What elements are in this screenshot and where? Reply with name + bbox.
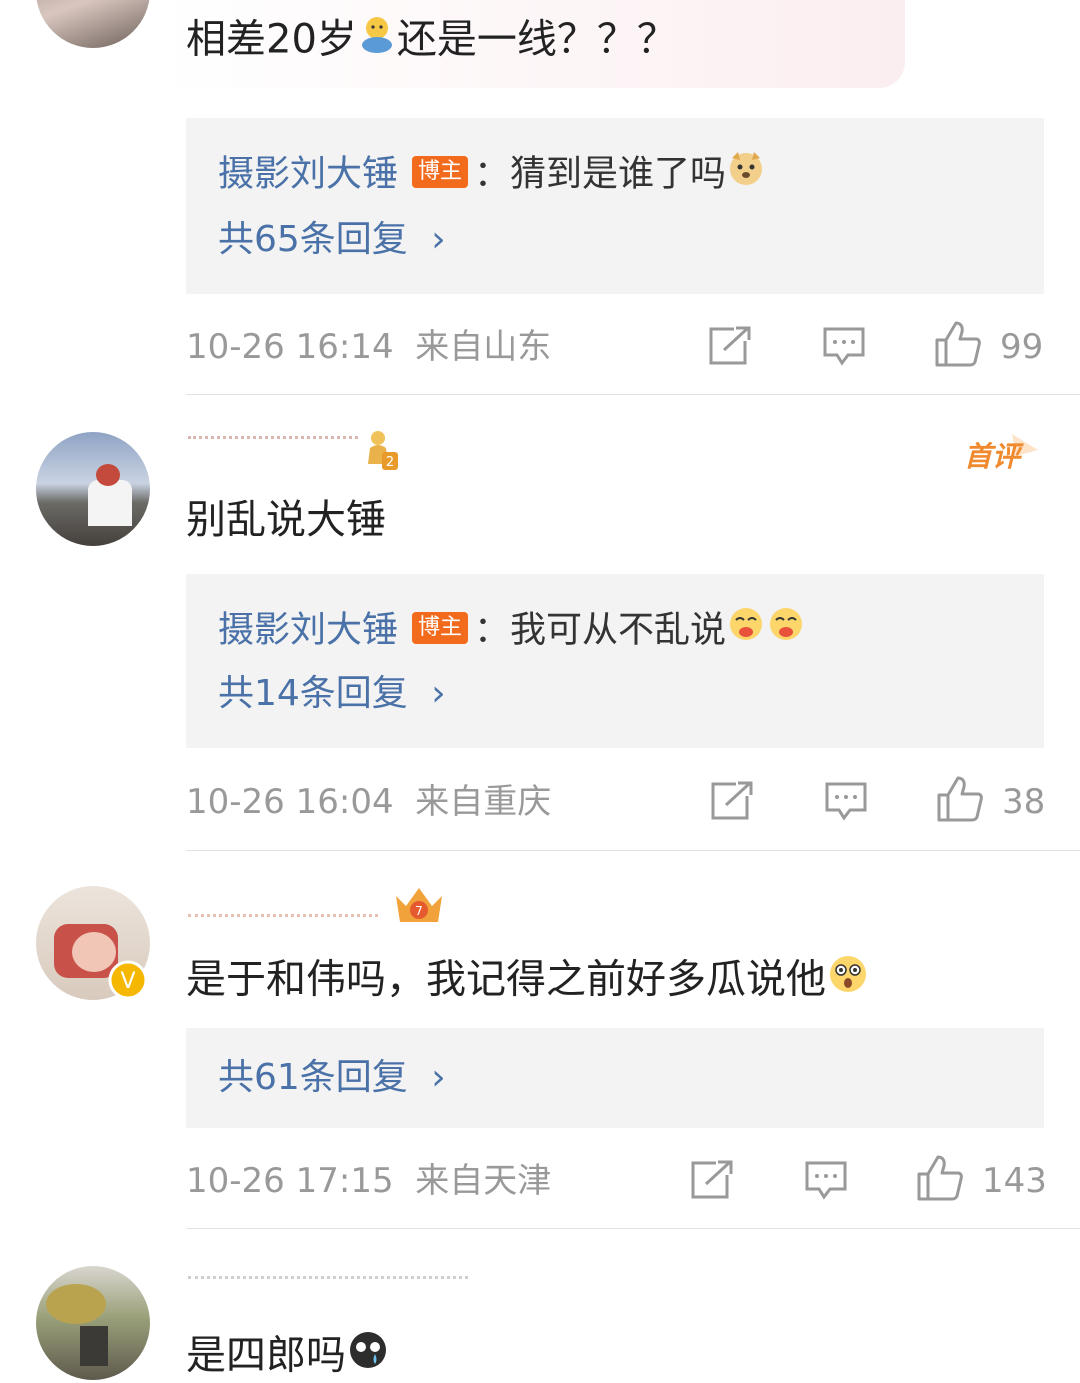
yummy-emoji-icon — [726, 604, 766, 651]
verified-badge-icon: V — [108, 960, 148, 1004]
reply-line: 摄影刘大锤 博主 ：猜到是谁了吗 — [218, 152, 766, 199]
like-icon[interactable] — [934, 320, 982, 372]
blogger-badge: 博主 — [412, 155, 469, 188]
username-placeholder[interactable] — [188, 1276, 468, 1285]
reply-text: ：我可从不乱说 — [474, 609, 727, 651]
fan-level-icon: 2 — [364, 428, 400, 476]
reply-username[interactable]: 摄影刘大锤 — [218, 154, 398, 195]
reply-username[interactable]: 摄影刘大锤 — [218, 610, 398, 651]
comment-meta: 10-26 16:14 来自山东 — [186, 330, 551, 364]
svg-text:V: V — [120, 969, 135, 994]
username-placeholder[interactable] — [188, 914, 378, 923]
divider — [186, 1228, 1080, 1229]
like-icon[interactable] — [936, 775, 984, 827]
comment-icon[interactable] — [804, 1160, 848, 1204]
comment-text: 相差20岁 还是一线？？？ — [186, 17, 677, 65]
emoji-icon — [357, 14, 397, 61]
view-replies-link[interactable]: 共65条回复 › — [218, 222, 446, 258]
crown-icon: 7 — [390, 884, 448, 932]
yummy-emoji-icon — [766, 604, 806, 651]
share-icon[interactable] — [710, 781, 754, 825]
like-count: 38 — [1002, 782, 1046, 822]
like-count: 99 — [1000, 327, 1044, 367]
like-count: 143 — [982, 1161, 1047, 1201]
comment-text: 是四郎吗 — [186, 1332, 390, 1383]
comment-meta: 10-26 16:04 来自重庆 — [186, 785, 551, 819]
chevron-right-icon: › — [431, 219, 446, 260]
comment-text: 是于和伟吗，我记得之前好多瓜说他 — [186, 956, 870, 1007]
reply-text: ：猜到是谁了吗 — [474, 153, 727, 195]
surprised-emoji-icon — [826, 952, 870, 1003]
blogger-badge: 博主 — [412, 611, 469, 644]
location: 来自天津 — [415, 1161, 552, 1201]
reply-box[interactable]: 共61条回复 › — [186, 1028, 1044, 1128]
like-icon[interactable] — [916, 1154, 964, 1206]
username-placeholder[interactable] — [188, 436, 358, 445]
reply-box[interactable]: 摄影刘大锤 博主 ：我可从不乱说 共14条回复 › — [186, 574, 1044, 748]
reply-box[interactable]: 摄影刘大锤 博主 ：猜到是谁了吗 共65条回复 › — [186, 118, 1044, 294]
comment-icon[interactable] — [824, 781, 868, 825]
reply-line: 摄影刘大锤 博主 ：我可从不乱说 — [218, 608, 806, 655]
avatar[interactable] — [36, 432, 150, 546]
divider — [186, 394, 1080, 395]
share-icon[interactable] — [708, 326, 752, 370]
avatar[interactable] — [36, 0, 150, 48]
avatar[interactable] — [36, 1266, 150, 1380]
view-replies-link[interactable]: 共61条回复 › — [218, 1060, 446, 1096]
chevron-right-icon: › — [431, 1057, 446, 1098]
chevron-right-icon: › — [431, 673, 446, 714]
first-comment-tag: 首评 — [962, 430, 1042, 480]
timestamp: 10-26 16:14 — [186, 327, 394, 367]
divider — [186, 850, 1080, 851]
comment-text: 别乱说大锤 — [186, 497, 386, 543]
comment-icon[interactable] — [822, 326, 866, 370]
timestamp: 10-26 17:15 — [186, 1161, 394, 1201]
timestamp: 10-26 16:04 — [186, 782, 394, 822]
doge-emoji-icon — [726, 148, 766, 195]
share-icon[interactable] — [690, 1160, 734, 1204]
location: 来自山东 — [415, 327, 552, 367]
crying-emoji-icon — [346, 1328, 390, 1379]
view-replies-link[interactable]: 共14条回复 › — [218, 676, 446, 712]
svg-text:2: 2 — [386, 455, 394, 470]
comment-meta: 10-26 17:15 来自天津 — [186, 1164, 551, 1198]
svg-text:7: 7 — [415, 904, 423, 918]
location: 来自重庆 — [415, 782, 552, 822]
svg-text:首评: 首评 — [964, 440, 1024, 473]
